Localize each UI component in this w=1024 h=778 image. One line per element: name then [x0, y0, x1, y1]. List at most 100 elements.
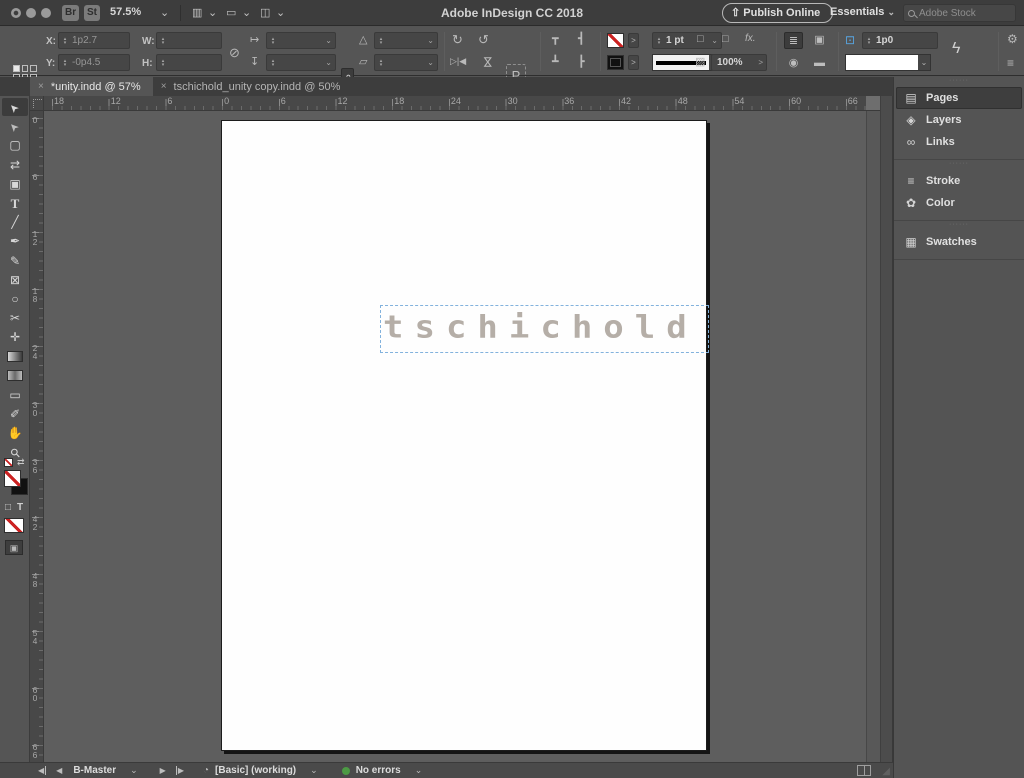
- panel-color[interactable]: ✿ Color: [896, 192, 1022, 214]
- panel-links[interactable]: ∞ Links: [896, 131, 1022, 153]
- gradient-feather-tool[interactable]: [2, 367, 28, 385]
- flip-horizontal-icon[interactable]: ▷|◀: [450, 57, 466, 66]
- corner-options-icon[interactable]: □: [697, 34, 704, 45]
- tab-tschichold-copy[interactable]: × tschichold_unity copy.indd @ 50%: [153, 77, 353, 96]
- hand-tool[interactable]: ✋: [2, 424, 28, 442]
- corner-radius-field[interactable]: ▴ ▾ 1p0: [862, 32, 938, 49]
- text-wrap-jump-button[interactable]: ▬: [810, 55, 829, 72]
- distribute-right-icon[interactable]: ┣: [578, 57, 585, 68]
- scale-y-field[interactable]: ▴ ▾ ⌄: [266, 54, 336, 71]
- fill-color-swatch[interactable]: [607, 55, 624, 70]
- direct-selection-tool[interactable]: ➤: [2, 117, 28, 135]
- free-transform-tool[interactable]: ✛: [2, 328, 28, 346]
- quick-apply-icon[interactable]: ϟ: [952, 41, 960, 57]
- spread-view-icon[interactable]: [857, 765, 871, 776]
- group-drag-handle[interactable]: ······: [894, 77, 1024, 87]
- tab-close-icon[interactable]: ×: [161, 81, 167, 92]
- tab-close-icon[interactable]: ×: [38, 81, 44, 92]
- panel-swatches[interactable]: ▦ Swatches: [896, 231, 1022, 253]
- apply-gradient-button[interactable]: ▣: [5, 540, 23, 555]
- panel-menu-icon[interactable]: ≡: [1007, 57, 1014, 69]
- document-page[interactable]: tschichold: [221, 120, 709, 751]
- flip-vertical-icon[interactable]: ⋈: [481, 56, 495, 68]
- pasteboard[interactable]: tschichold: [44, 111, 866, 762]
- pencil-tool[interactable]: ✎: [2, 252, 28, 270]
- type-tool[interactable]: T: [2, 194, 28, 212]
- first-page-button[interactable]: ◀: [38, 766, 47, 775]
- selected-text-frame[interactable]: tschichold: [380, 305, 709, 353]
- vertical-ruler[interactable]: 0 6 12 18 24 30 36 42 48 54 60 66: [30, 111, 44, 762]
- group-drag-handle[interactable]: ······: [894, 160, 1024, 170]
- stroke-weight-field[interactable]: ▴ ▾ 1 pt ⌄: [652, 32, 722, 49]
- page-select-dropdown[interactable]: B-Master: [73, 765, 116, 776]
- panel-layers[interactable]: ◈ Layers: [896, 109, 1022, 131]
- scissors-tool[interactable]: ✂: [2, 309, 28, 327]
- content-collector-tool[interactable]: ▣: [2, 175, 28, 193]
- corner-shape-icon[interactable]: □: [722, 34, 729, 45]
- h-field[interactable]: ▴ ▾: [156, 54, 222, 71]
- ellipse-tool[interactable]: ○: [2, 290, 28, 308]
- text-wrap-bounding-button[interactable]: ▣: [810, 32, 829, 49]
- default-fill-stroke-icon[interactable]: [4, 458, 13, 467]
- rectangle-frame-tool[interactable]: ⊠: [2, 271, 28, 289]
- resize-grip[interactable]: ◢: [882, 766, 890, 777]
- search-input[interactable]: [919, 7, 1007, 19]
- horizontal-ruler[interactable]: 18 12 6 0 6 12 18 24 30 36 42 48 54 60 66: [44, 96, 866, 111]
- constrain-wh-link-icon[interactable]: ⊘: [229, 46, 240, 59]
- panel-stroke[interactable]: ≡ Stroke: [896, 170, 1022, 192]
- vertical-scrollbar[interactable]: [866, 111, 880, 762]
- distribute-left-icon[interactable]: ┫: [578, 34, 585, 45]
- preflight-chevron-icon[interactable]: ⌄: [310, 765, 318, 776]
- rotation-angle-field[interactable]: ▴ ▾ ⌄: [374, 32, 438, 49]
- shear-angle-icon: ▱: [359, 56, 368, 68]
- rotate-cw-icon[interactable]: ↻: [452, 33, 463, 46]
- workspace-switcher[interactable]: Essentials ⌄: [830, 6, 895, 18]
- text-wrap-none-button[interactable]: ≣: [784, 32, 803, 49]
- previous-page-button[interactable]: ◀: [56, 766, 62, 775]
- pen-tool[interactable]: ✒: [2, 232, 28, 250]
- formatting-affects-container-icon[interactable]: □: [5, 502, 11, 513]
- distribute-bottom-icon[interactable]: ┻: [552, 57, 559, 68]
- page-select-chevron-icon[interactable]: ⌄: [130, 765, 138, 776]
- publish-online-button[interactable]: ⇧ Publish Online: [722, 3, 834, 23]
- panel-pages[interactable]: ▤ Pages: [896, 87, 1022, 109]
- control-panel: X: ▴ ▾ 1p2.7 W: ▴ ▾ Y: ▴ ▾ -0p4.5 H: ▴ ▾ ⊘ ↦…: [0, 27, 1024, 89]
- effects-fx-icon[interactable]: fx.: [745, 34, 756, 44]
- y-field[interactable]: ▴ ▾ -0p4.5: [58, 54, 130, 71]
- stroke-color-swatch[interactable]: [607, 33, 624, 48]
- swap-fill-stroke-icon[interactable]: ⇄: [17, 457, 25, 468]
- formatting-affects-text-icon[interactable]: T: [17, 502, 23, 513]
- ruler-origin[interactable]: [30, 96, 44, 111]
- opacity-field[interactable]: 100% >: [711, 54, 767, 71]
- color-theme-tool[interactable]: ✐: [2, 405, 28, 423]
- x-field[interactable]: ▴ ▾ 1p2.7: [58, 32, 130, 49]
- last-page-button[interactable]: ▶: [175, 766, 184, 775]
- gear-icon[interactable]: ⚙: [1007, 33, 1018, 45]
- page-tool[interactable]: ▢: [2, 136, 28, 154]
- rotate-ccw-icon[interactable]: ↺: [478, 33, 489, 46]
- rotation-angle-icon: △: [359, 34, 368, 46]
- frame-fitting-icon[interactable]: ⊡: [845, 34, 855, 46]
- adobe-stock-search[interactable]: [903, 4, 1016, 22]
- stroke-color-flyout[interactable]: >: [628, 33, 639, 48]
- fill-color-flyout[interactable]: >: [628, 55, 639, 70]
- preflight-profile[interactable]: [Basic] (working): [215, 765, 296, 776]
- next-page-button[interactable]: ▶: [160, 766, 166, 775]
- gap-tool[interactable]: ⇄: [2, 156, 28, 174]
- object-style-dropdown[interactable]: ⌄: [845, 54, 931, 71]
- note-tool[interactable]: ▭: [2, 386, 28, 404]
- scale-x-field[interactable]: ▴ ▾ ⌄: [266, 32, 336, 49]
- apply-none-button[interactable]: [4, 518, 24, 533]
- opacity-icon: ▨: [695, 56, 706, 68]
- tab-unity[interactable]: × *unity.indd @ 57%: [30, 77, 153, 96]
- text-wrap-object-button[interactable]: ◉: [784, 55, 803, 72]
- gradient-tool[interactable]: [2, 348, 28, 366]
- preflight-menu-chevron-icon[interactable]: ⌄: [415, 765, 423, 776]
- w-field[interactable]: ▴ ▾: [156, 32, 222, 49]
- group-drag-handle[interactable]: ······: [894, 221, 1024, 231]
- selection-tool[interactable]: ➤: [2, 98, 28, 116]
- shear-angle-field[interactable]: ▴ ▾ ⌄: [374, 54, 438, 71]
- distribute-top-icon[interactable]: ┳: [552, 34, 559, 45]
- line-tool[interactable]: ╱: [2, 213, 28, 231]
- fill-swatch[interactable]: [4, 470, 21, 487]
